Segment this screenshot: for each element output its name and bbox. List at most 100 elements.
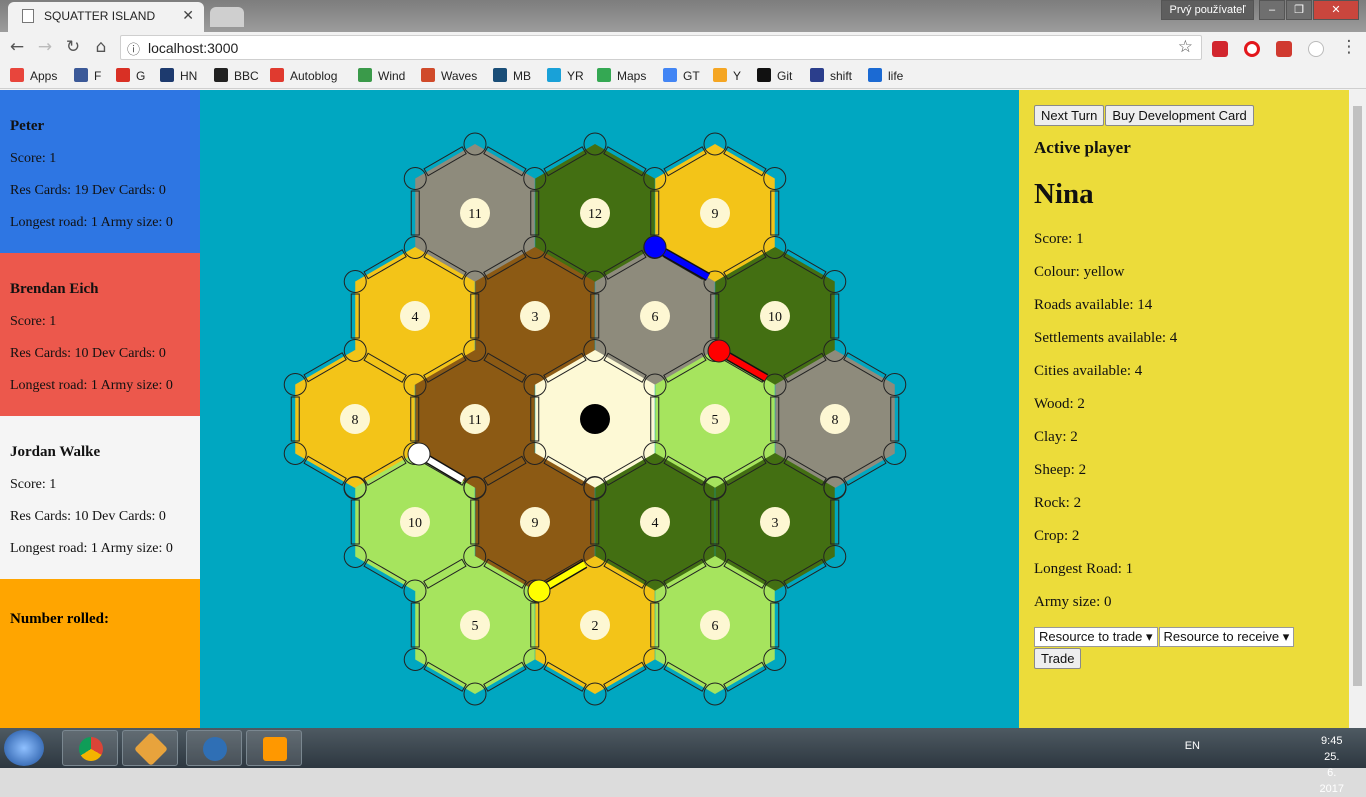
bookmark-f[interactable]: F (74, 68, 101, 83)
number-token-label: 6 (712, 619, 719, 634)
start-button[interactable] (4, 730, 44, 766)
minimize-icon[interactable]: – (1259, 0, 1285, 20)
address-bar[interactable]: ⓘ localhost:3000 ☆ (120, 35, 1202, 60)
bookmark-g[interactable]: G (116, 68, 145, 83)
resource-to-receive-value: Resource to receive (1163, 629, 1280, 644)
maximize-icon[interactable]: ❐ (1286, 0, 1312, 20)
bookmark-label: HN (180, 69, 198, 83)
settlement-white[interactable] (407, 442, 431, 466)
number-rolled-label: Number rolled: (10, 611, 110, 627)
stat-line: Longest Road: 1 (1034, 561, 1134, 577)
tab-squatter-island[interactable]: SQUATTER ISLAND ✕ (8, 2, 204, 32)
bookmark-label: Wind (378, 69, 406, 83)
extension-icon[interactable] (1212, 41, 1228, 57)
bookmark-label: shift (830, 69, 853, 83)
settlement-yellow[interactable] (527, 579, 551, 603)
clock[interactable]: 9:45 25. 6. 2017 (1320, 733, 1344, 797)
buy-development-card-button[interactable]: Buy Development Card (1105, 105, 1254, 126)
number-token-label: 5 (712, 413, 719, 428)
language-indicator[interactable]: EN (1185, 740, 1200, 752)
stat-line: Sheep: 2 (1034, 462, 1087, 478)
bookmark-favicon-icon (358, 68, 372, 82)
sublime-taskbar-button[interactable] (246, 730, 302, 766)
extension-icon[interactable] (1308, 41, 1324, 57)
number-token-label: 3 (532, 310, 539, 325)
bookmark-yr[interactable]: YR (547, 68, 584, 83)
player-panel-jordan: Jordan Walke Score: 1 Res Cards: 10 Dev … (0, 416, 200, 579)
bookmark-favicon-icon (214, 68, 228, 82)
stat-line: Roads available: 14 (1034, 297, 1153, 313)
close-window-icon[interactable]: ✕ (1313, 0, 1359, 20)
clock-date: 25. 6. 2017 (1319, 751, 1344, 795)
thunderbird-taskbar-button[interactable] (186, 730, 242, 766)
bookmark-apps[interactable]: Apps (10, 68, 57, 83)
number-token-label: 3 (772, 516, 779, 531)
bookmark-favicon-icon (868, 68, 882, 82)
bookmark-label: Git (777, 69, 793, 83)
close-tab-icon[interactable]: ✕ (182, 7, 194, 24)
tab-strip: SQUATTER ISLAND ✕ Prvý používateľ – ❐ ✕ (0, 0, 1366, 32)
number-token-label: 9 (712, 207, 719, 222)
player-score: Score: 1 (10, 151, 57, 166)
player-score: Score: 1 (10, 477, 57, 492)
info-icon[interactable]: ⓘ (127, 39, 140, 58)
extension-icon[interactable] (1276, 41, 1292, 57)
number-token-label: 12 (588, 207, 602, 222)
number-token-label: 10 (408, 516, 422, 531)
new-tab-button[interactable] (210, 7, 244, 27)
stat-line: Settlements available: 4 (1034, 330, 1178, 346)
git-taskbar-button[interactable] (122, 730, 178, 766)
back-arrow-icon[interactable]: ← (6, 36, 28, 58)
bookmark-wind[interactable]: Wind (358, 68, 405, 83)
bookmark-favicon-icon (547, 68, 561, 82)
settlement-blue[interactable] (643, 235, 667, 259)
dropdown-arrow-icon: ▾ (1145, 629, 1153, 644)
stat-line: Clay: 2 (1034, 429, 1078, 445)
bookmark-label: F (94, 69, 102, 83)
stat-line: Cities available: 4 (1034, 363, 1143, 379)
bookmark-maps[interactable]: Maps (597, 68, 646, 83)
number-rolled-panel: Number rolled: (0, 579, 200, 728)
bookmark-favicon-icon (757, 68, 771, 82)
resource-to-trade-select[interactable]: Resource to trade ▾ (1034, 627, 1158, 647)
chrome-taskbar-button[interactable] (62, 730, 118, 766)
bookmark-label: GT (683, 69, 700, 83)
scrollbar-thumb[interactable] (1353, 106, 1362, 686)
home-icon[interactable]: ⌂ (90, 36, 112, 58)
next-turn-button[interactable]: Next Turn (1034, 105, 1105, 126)
player-cards: Res Cards: 19 Dev Cards: 0 (10, 183, 166, 198)
game-board: 11 12 9 4 3 6 10 8 11 5 8 10 9 4 3 5 2 6 (283, 132, 907, 706)
bookmark-favicon-icon (160, 68, 174, 82)
reload-icon[interactable]: ↻ (62, 36, 84, 58)
bookmark-y[interactable]: Y (713, 68, 741, 83)
number-token-label: 11 (468, 207, 481, 222)
bookmark-label: Apps (30, 69, 58, 83)
bookmark-git[interactable]: Git (757, 68, 792, 83)
bookmark-mb[interactable]: MB (493, 68, 531, 83)
stat-line: Crop: 2 (1034, 528, 1080, 544)
robber[interactable] (580, 404, 610, 434)
menu-icon[interactable]: ⋮ (1338, 36, 1360, 58)
trade-button[interactable]: Trade (1034, 648, 1082, 669)
stat-line: Army size: 0 (1034, 594, 1112, 610)
bookmark-hn[interactable]: HN (160, 68, 197, 83)
number-token-label: 8 (352, 413, 359, 428)
settlement-red[interactable] (707, 339, 731, 363)
bookmark-gt[interactable]: GT (663, 68, 700, 83)
bookmark-favicon-icon (663, 68, 677, 82)
stat-line: Wood: 2 (1034, 396, 1085, 412)
bookmark-shift[interactable]: shift (810, 68, 852, 83)
bookmark-life[interactable]: life (868, 68, 903, 83)
bookmark-waves[interactable]: Waves (421, 68, 477, 83)
bookmark-favicon-icon (713, 68, 727, 82)
bookmark-label: Y (733, 69, 742, 83)
profile-button[interactable]: Prvý používateľ (1161, 0, 1254, 20)
forward-arrow-icon[interactable]: → (34, 36, 56, 58)
bookmark-autoblog[interactable]: Autoblog (270, 68, 337, 83)
opera-icon[interactable] (1244, 41, 1260, 57)
dropdown-arrow-icon: ▾ (1282, 629, 1290, 644)
number-token-label: 9 (532, 516, 539, 531)
bookmark-bbc[interactable]: BBC (214, 68, 259, 83)
resource-to-receive-select[interactable]: Resource to receive ▾ (1158, 627, 1295, 647)
bookmark-star-icon[interactable]: ☆ (1178, 37, 1193, 57)
